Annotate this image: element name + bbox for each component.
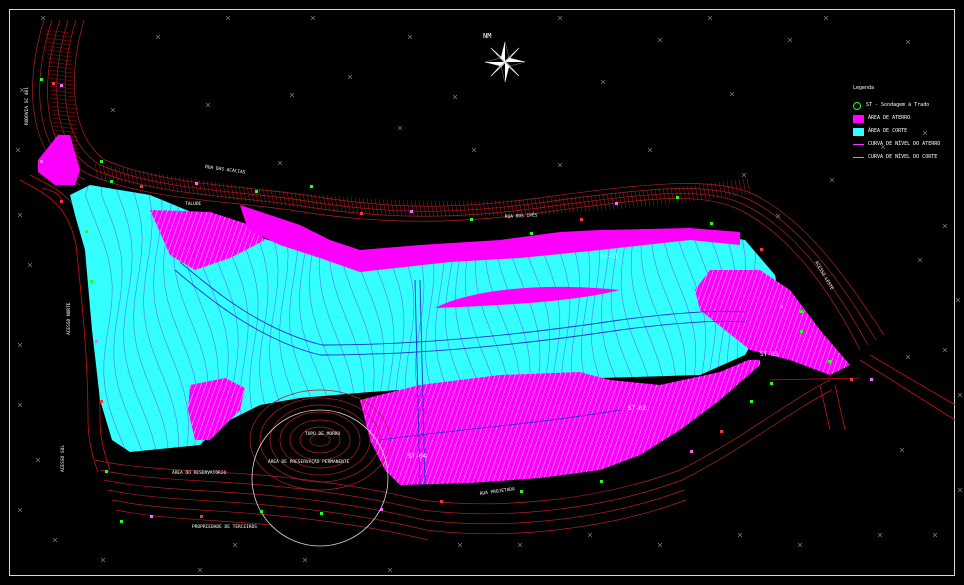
survey-point-st1: ST-01	[600, 253, 618, 260]
cut-swatch-icon	[853, 127, 864, 136]
legend-label-cut-contour: CURVA DE NÍVEL DO CORTE	[868, 154, 938, 160]
survey-point-st3: ST-03	[760, 351, 778, 358]
legend-row-cut: ÁREA DE CORTE	[853, 125, 957, 138]
borehole-circle-icon	[853, 101, 861, 110]
road-label-right: ACESSO LESTE	[813, 260, 835, 291]
legend-row-fill-contour: CURVA DE NÍVEL DO ATERRO	[853, 138, 957, 151]
survey-point-st4: ST-04	[408, 453, 426, 460]
top-slope-hatch	[44, 29, 751, 217]
survey-point-st2: ST-02	[628, 405, 646, 412]
site-plan: NM RODOVIA SC 401 ACESSO NORTE ACESSO SU…	[15, 15, 963, 573]
legend-title: Legenda	[853, 85, 875, 91]
road-label-left-upper: RODOVIA SC 401	[24, 87, 30, 125]
legend-label-fill-contour: CURVA DE NÍVEL DO ATERRO	[868, 141, 941, 147]
fill-swatch-icon	[853, 114, 864, 123]
area-label-reservoir: ÁREA DO RESERVATÓRIO	[172, 469, 226, 476]
right-road	[769, 354, 956, 431]
legend-label-fill: ÁREA DE ATERRO	[868, 115, 911, 121]
area-label-upper-left: TALUDE	[185, 201, 202, 207]
compass-label: NM	[483, 32, 491, 40]
legend-row-borehole: ST - Sondagem à Trado	[853, 99, 957, 112]
area-label-south: PROPRIEDADE DE TERCEIROS	[192, 524, 257, 530]
road-label-bottom: RUA PROJETADA	[479, 486, 515, 497]
road-label-top-1: RUA DAS ACÁCIAS	[205, 163, 247, 176]
legend-row-cut-contour: CURVA DE NÍVEL DO CORTE	[853, 151, 957, 164]
legend: Legenda ST - Sondagem à Trado ÁREA DE AT…	[853, 86, 957, 164]
cut-contour-line-icon	[853, 157, 864, 158]
legend-label-borehole: ST - Sondagem à Trado	[866, 102, 930, 108]
legend-row-fill: ÁREA DE ATERRO	[853, 112, 957, 125]
road-label-left-middle: ACESSO NORTE	[66, 302, 72, 335]
fill-contour-line-icon	[853, 144, 864, 145]
legend-label-cut: ÁREA DE CORTE	[868, 128, 908, 134]
area-label-preservation: ÁREA DE PRESERVAÇÃO PERMANENTE	[268, 458, 350, 465]
area-label-hill-top: TOPO DE MORRO	[305, 431, 341, 437]
north-arrow: NM	[483, 32, 526, 83]
road-label-left-lower: ACESSO SUL	[60, 445, 66, 472]
